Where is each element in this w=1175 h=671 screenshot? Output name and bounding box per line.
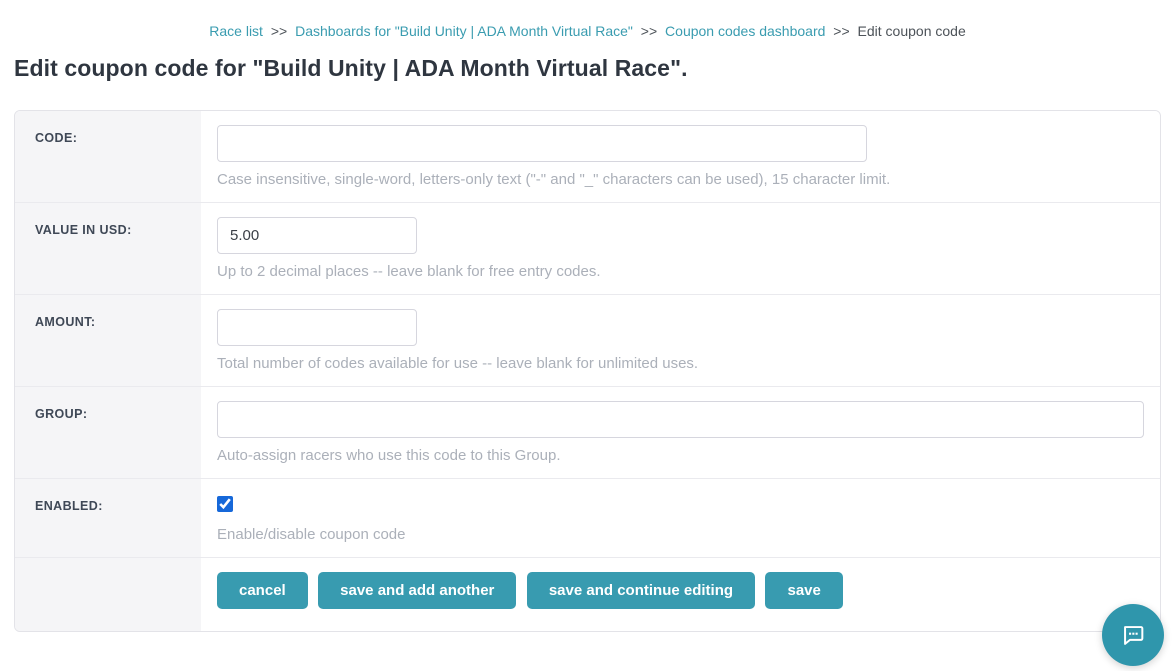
- breadcrumb-separator: >>: [829, 23, 853, 39]
- enabled-help-text: Enable/disable coupon code: [217, 526, 1144, 543]
- breadcrumb-separator: >>: [637, 23, 661, 39]
- page-title: Edit coupon code for "Build Unity | ADA …: [14, 55, 1175, 82]
- form-row-code: CODE: Case insensitive, single-word, let…: [15, 111, 1160, 202]
- amount-help-text: Total number of codes available for use …: [217, 355, 1144, 372]
- code-help-text: Case insensitive, single-word, letters-o…: [217, 171, 1144, 188]
- form-row-enabled: ENABLED: Enable/disable coupon code: [15, 478, 1160, 557]
- group-label: GROUP:: [15, 387, 201, 478]
- breadcrumb: Race list >> Dashboards for "Build Unity…: [0, 0, 1175, 39]
- form-row-value-in-usd: VALUE IN USD: Up to 2 decimal places -- …: [15, 202, 1160, 294]
- save-and-add-another-button[interactable]: save and add another: [318, 572, 516, 609]
- group-input[interactable]: [217, 401, 1144, 438]
- amount-input[interactable]: [217, 309, 417, 346]
- breadcrumb-link-race-list[interactable]: Race list: [209, 23, 263, 39]
- value-in-usd-label: VALUE IN USD:: [15, 203, 201, 294]
- value-in-usd-help-text: Up to 2 decimal places -- leave blank fo…: [217, 263, 1144, 280]
- group-help-text: Auto-assign racers who use this code to …: [217, 447, 1144, 464]
- code-input[interactable]: [217, 125, 867, 162]
- chat-widget-button[interactable]: [1102, 604, 1164, 666]
- breadcrumb-link-coupon-codes-dashboard[interactable]: Coupon codes dashboard: [665, 23, 825, 39]
- amount-label: AMOUNT:: [15, 295, 201, 386]
- enabled-label: ENABLED:: [15, 479, 201, 557]
- form-row-group: GROUP: Auto-assign racers who use this c…: [15, 386, 1160, 478]
- buttons-row-label-spacer: [15, 558, 201, 631]
- breadcrumb-current: Edit coupon code: [858, 23, 966, 39]
- form-row-buttons: cancel save and add another save and con…: [15, 557, 1160, 631]
- enabled-checkbox[interactable]: [217, 496, 233, 512]
- edit-coupon-form: CODE: Case insensitive, single-word, let…: [14, 110, 1161, 632]
- chat-bubble-icon: [1119, 621, 1147, 649]
- breadcrumb-separator: >>: [267, 23, 291, 39]
- cancel-button[interactable]: cancel: [217, 572, 308, 609]
- form-row-amount: AMOUNT: Total number of codes available …: [15, 294, 1160, 386]
- save-button[interactable]: save: [765, 572, 842, 609]
- code-label: CODE:: [15, 111, 201, 202]
- breadcrumb-link-dashboards[interactable]: Dashboards for "Build Unity | ADA Month …: [295, 23, 633, 39]
- value-in-usd-input[interactable]: [217, 217, 417, 254]
- save-and-continue-editing-button[interactable]: save and continue editing: [527, 572, 755, 609]
